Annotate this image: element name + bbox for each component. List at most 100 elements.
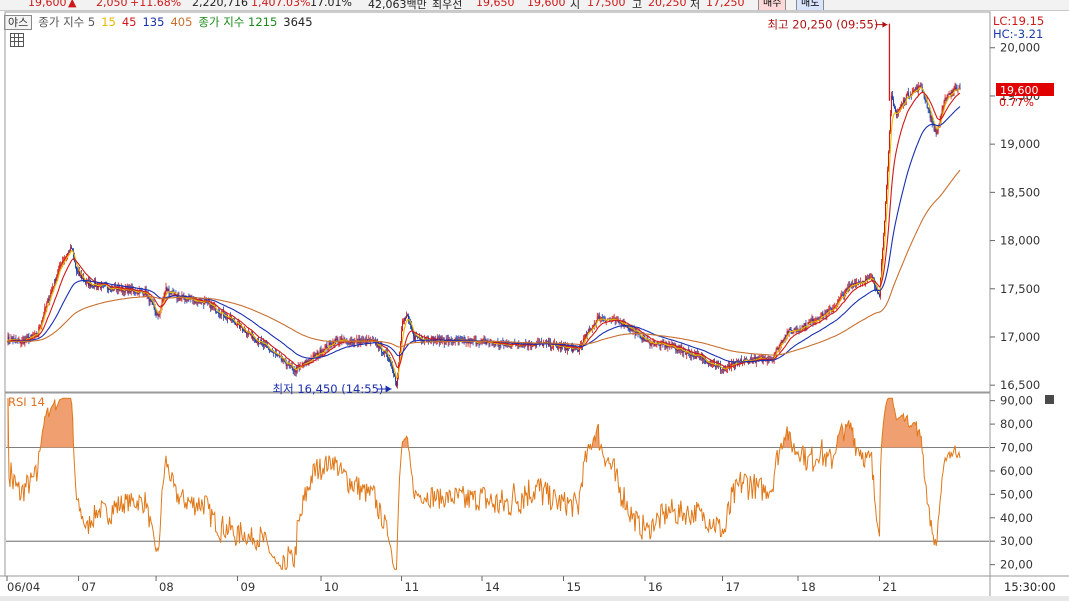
time-tick-label: 15 xyxy=(566,580,581,594)
rsi-series xyxy=(7,397,961,570)
candle-body xyxy=(68,251,70,254)
candle-body xyxy=(667,346,669,348)
buy-button[interactable]: 매수 xyxy=(758,0,787,10)
candle-body xyxy=(516,345,518,347)
candle-body xyxy=(924,98,926,101)
rsi-tick-label: 80,00 xyxy=(1000,417,1033,431)
candle-body xyxy=(272,352,274,354)
candle-body xyxy=(135,292,137,294)
price-tick-label: 18,000 xyxy=(1000,234,1040,248)
candle-body xyxy=(76,266,78,272)
min-price-label: 최저 16,450 (14:55) xyxy=(273,382,384,396)
candle-body xyxy=(224,316,226,318)
candle-body xyxy=(231,318,233,320)
candle-body xyxy=(336,339,338,341)
candle-body xyxy=(415,335,417,337)
candle-body xyxy=(110,289,112,291)
max-arrow-head xyxy=(882,21,888,28)
candle-body xyxy=(313,355,315,357)
candle-body xyxy=(597,315,599,318)
candle-body xyxy=(263,343,265,346)
candle-body xyxy=(519,346,521,348)
candle-body xyxy=(403,320,405,322)
candle-body xyxy=(700,356,702,358)
candle-body xyxy=(715,365,717,367)
candle-body xyxy=(252,337,254,339)
low-price: 17,250 xyxy=(706,0,745,9)
candle-body xyxy=(879,294,881,297)
price-chart[interactable]: 20,00019,50019,00018,50018,00017,50017,0… xyxy=(0,11,1069,601)
candle-body xyxy=(270,351,272,353)
candle-body xyxy=(498,344,500,346)
candle-body xyxy=(802,325,804,327)
candle-body xyxy=(945,97,947,99)
min-arrow-head xyxy=(385,385,392,393)
time-tick-label: 17 xyxy=(725,580,740,594)
candle-body xyxy=(225,317,227,319)
candle-body xyxy=(891,95,893,100)
candle-body xyxy=(65,256,67,259)
candle-body xyxy=(839,298,841,301)
candle-body xyxy=(156,314,158,316)
candle-body xyxy=(809,321,811,323)
candle-body xyxy=(407,315,409,320)
candle-body xyxy=(906,92,908,95)
candle-body xyxy=(930,116,932,119)
candle-body xyxy=(589,328,591,331)
candle-body xyxy=(195,301,197,303)
candle-body xyxy=(143,294,145,296)
candle-body xyxy=(162,299,164,301)
candle-body xyxy=(641,338,643,340)
candle-body xyxy=(593,323,595,326)
candle-body xyxy=(85,281,87,283)
candle-body xyxy=(712,364,714,366)
candle-body xyxy=(340,338,342,340)
candle-body xyxy=(841,294,843,297)
time-tick-label: 16 xyxy=(648,580,663,594)
candle-body xyxy=(510,346,512,348)
candle-body xyxy=(246,333,248,335)
candle-body xyxy=(414,335,416,340)
candle-body xyxy=(838,300,840,302)
ma-line-5 xyxy=(6,86,961,379)
candle-body xyxy=(273,352,275,354)
time-axis: 06/04 07 08 09 10 11 14 15 16 17 18 21 xyxy=(6,576,898,594)
candle-body xyxy=(654,344,656,346)
ma-line-135 xyxy=(6,169,961,356)
price-tick-label: 17,000 xyxy=(1000,330,1040,344)
candle-body xyxy=(382,352,384,354)
candle-body xyxy=(683,350,685,353)
candle-body xyxy=(71,247,73,249)
price-tick-label: 17,500 xyxy=(1000,282,1040,296)
candle-body xyxy=(217,311,219,313)
sell-button[interactable]: 매도 xyxy=(796,0,825,10)
candle-body xyxy=(640,338,642,340)
candle-body xyxy=(927,108,929,110)
candle-body xyxy=(918,85,920,87)
candle-body xyxy=(903,99,905,103)
candle-body xyxy=(60,264,62,266)
candle-body xyxy=(211,304,213,309)
candle-body xyxy=(394,373,396,377)
candle-body xyxy=(621,323,623,325)
candle-body xyxy=(868,277,870,279)
candle-body xyxy=(786,331,788,336)
candle-body xyxy=(245,332,247,334)
best-quote-label: 최우선 xyxy=(432,0,463,11)
candle-body xyxy=(789,328,791,330)
candle-body xyxy=(35,333,37,335)
current-pct-label: 0.77% xyxy=(999,96,1034,109)
candle-body xyxy=(402,321,404,331)
rsi-tick-label: 30,00 xyxy=(1000,534,1033,548)
candle-body xyxy=(59,264,61,270)
time-tick-label: 14 xyxy=(485,580,500,594)
candle-body xyxy=(66,255,68,257)
time-tick-label: 21 xyxy=(883,580,898,594)
lc-readout: LC:19.15 xyxy=(993,14,1044,28)
candle-body xyxy=(889,113,891,132)
time-readout: 15:30:00 xyxy=(1004,580,1056,594)
candle-body xyxy=(170,293,172,295)
candle-body xyxy=(907,92,909,97)
price-pane-frame xyxy=(4,11,991,393)
candle-body xyxy=(62,260,64,264)
